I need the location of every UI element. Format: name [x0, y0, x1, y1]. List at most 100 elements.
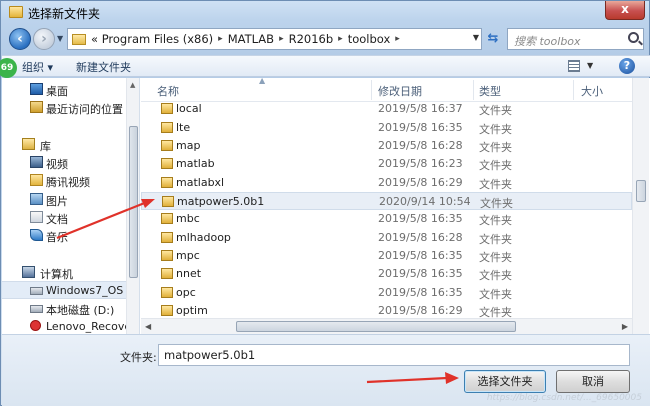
column-divider[interactable]	[371, 80, 372, 100]
file-date: 2019/5/8 16:28	[378, 139, 463, 152]
cancel-button[interactable]: 取消	[556, 370, 630, 393]
command-toolbar: 组织 ▾ 新建文件夹 ▼ ?	[2, 55, 650, 77]
nav-item-label: Windows7_OS (C	[46, 284, 139, 297]
address-bar[interactable]: « Program Files (x86) ▸ MATLAB ▸ R2016b …	[67, 28, 482, 50]
column-divider[interactable]	[573, 80, 574, 100]
recent-places-icon	[30, 101, 43, 113]
select-folder-button[interactable]: 选择文件夹	[464, 370, 546, 393]
horizontal-scrollbar[interactable]: ◀ ▶	[141, 318, 632, 334]
folder-icon	[30, 174, 43, 186]
nav-item-windows-os[interactable]: Windows7_OS (C	[2, 281, 139, 299]
nav-item-local-disk-d[interactable]: 本地磁盘 (D:)	[2, 300, 126, 318]
nav-item-documents[interactable]: 文档	[2, 209, 126, 227]
file-row[interactable]: nnet 2019/5/8 16:35 文件夹	[141, 265, 632, 283]
file-row[interactable]: mbc 2019/5/8 16:35 文件夹	[141, 210, 632, 228]
file-type: 文件夹	[479, 178, 512, 191]
nav-scroll-thumb[interactable]	[129, 126, 138, 278]
view-dropdown-icon[interactable]: ▼	[587, 61, 593, 70]
file-date: 2020/9/14 10:54	[379, 195, 471, 208]
nav-item-label: 音乐	[46, 231, 68, 244]
nav-item-computer[interactable]: 计算机	[2, 264, 126, 282]
computer-icon	[22, 266, 35, 278]
file-type: 文件夹	[479, 104, 512, 117]
breadcrumb-matlab[interactable]: MATLAB	[223, 32, 279, 46]
documents-icon	[30, 211, 43, 223]
drive-icon	[30, 287, 43, 295]
file-list-scrollbar[interactable]	[632, 78, 649, 334]
nav-item-recent[interactable]: 最近访问的位置	[2, 99, 126, 117]
file-row[interactable]: map 2019/5/8 16:28 文件夹	[141, 137, 632, 155]
file-row-selected[interactable]: matpower5.0b1 2020/9/14 10:54 文件夹	[141, 192, 632, 210]
dialog-window: 选择新文件夹 x ‹ › ▼ « Program Files (x86) ▸ M…	[0, 0, 650, 406]
file-type: 文件夹	[479, 251, 512, 264]
close-button[interactable]: x	[605, 1, 645, 20]
column-divider[interactable]	[473, 80, 474, 100]
organize-button[interactable]: 组织 ▾	[22, 59, 53, 75]
file-name: matlabxl	[176, 176, 225, 189]
nav-item-music[interactable]: 音乐	[2, 227, 126, 245]
column-header-type[interactable]: 类型	[479, 83, 501, 99]
nav-item-pictures[interactable]: 图片	[2, 191, 126, 209]
scroll-up-icon[interactable]: ▲	[130, 81, 135, 89]
view-options-icon[interactable]	[568, 60, 580, 72]
search-input[interactable]: 搜索 toolbox	[507, 28, 644, 50]
folder-icon	[72, 33, 86, 45]
folder-field-label: 文件夹:	[120, 351, 157, 364]
folder-icon	[161, 213, 173, 224]
file-row[interactable]: matlabxl 2019/5/8 16:29 文件夹	[141, 174, 632, 192]
history-dropdown-icon[interactable]: ▼	[57, 34, 63, 43]
refresh-icon[interactable]: ⇆	[484, 30, 502, 48]
file-list-scroll-thumb[interactable]	[636, 180, 646, 202]
scroll-right-icon[interactable]: ▶	[622, 322, 628, 331]
file-row[interactable]: lte 2019/5/8 16:35 文件夹	[141, 119, 632, 137]
nav-item-label: 腾讯视频	[46, 176, 90, 189]
scroll-left-icon[interactable]: ◀	[145, 322, 151, 331]
library-icon	[22, 138, 35, 150]
file-date: 2019/5/8 16:23	[378, 157, 463, 170]
help-icon[interactable]: ?	[619, 58, 635, 74]
browser-area: 桌面 最近访问的位置 库 视频 腾讯视频 图片 文档 音乐 计算机 Window…	[2, 78, 650, 334]
nav-item-label: 文档	[46, 213, 68, 226]
folder-icon	[161, 158, 173, 169]
file-row[interactable]: mlhadoop 2019/5/8 16:28 文件夹	[141, 229, 632, 247]
file-name: matlab	[176, 157, 215, 170]
chevron-right-icon[interactable]: ▸	[395, 34, 400, 44]
breadcrumb-toolbox[interactable]: toolbox	[343, 32, 396, 46]
file-row[interactable]: opc 2019/5/8 16:35 文件夹	[141, 284, 632, 302]
file-type: 文件夹	[480, 197, 513, 210]
navigation-pane: 桌面 最近访问的位置 库 视频 腾讯视频 图片 文档 音乐 计算机 Window…	[2, 78, 140, 334]
folder-icon	[162, 196, 174, 207]
breadcrumb-r2016b[interactable]: R2016b	[284, 32, 339, 46]
file-name: opc	[176, 286, 196, 299]
nav-item-tencent-video[interactable]: 腾讯视频	[2, 172, 126, 190]
file-name: local	[176, 102, 202, 115]
nav-item-video[interactable]: 视频	[2, 154, 126, 172]
file-name: mlhadoop	[176, 231, 231, 244]
column-header-date[interactable]: 修改日期	[378, 83, 422, 99]
address-dropdown-icon[interactable]: ▼	[473, 33, 479, 42]
file-row[interactable]: matlab 2019/5/8 16:23 文件夹	[141, 155, 632, 173]
nav-item-desktop[interactable]: 桌面	[2, 81, 126, 99]
nav-scrollbar[interactable]: ▲	[126, 78, 139, 334]
title-bar[interactable]: 选择新文件夹 x	[1, 1, 650, 25]
nav-item-label: 视频	[46, 158, 68, 171]
new-folder-button[interactable]: 新建文件夹	[76, 59, 131, 75]
breadcrumb-program-files[interactable]: « Program Files (x86)	[86, 32, 218, 46]
search-icon[interactable]	[628, 32, 639, 43]
back-icon[interactable]: ‹	[9, 28, 31, 50]
video-icon	[30, 156, 43, 168]
nav-item-lenovo-recovery[interactable]: Lenovo_Recove	[2, 318, 131, 334]
nav-item-libraries[interactable]: 库	[2, 136, 126, 154]
file-date: 2019/5/8 16:35	[378, 286, 463, 299]
file-row[interactable]: mpc 2019/5/8 16:35 文件夹	[141, 247, 632, 265]
horizontal-scroll-thumb[interactable]	[236, 321, 516, 332]
file-date: 2019/5/8 16:35	[378, 121, 463, 134]
column-header-name[interactable]: 名称	[157, 83, 179, 99]
folder-icon	[161, 122, 173, 133]
column-header-size[interactable]: 大小	[581, 83, 603, 99]
file-name: matpower5.0b1	[177, 195, 265, 208]
file-row[interactable]: local 2019/5/8 16:37 文件夹	[141, 100, 632, 118]
forward-icon[interactable]: ›	[33, 28, 55, 50]
folder-field[interactable]: matpower5.0b1	[158, 344, 630, 366]
folder-icon	[161, 103, 173, 114]
